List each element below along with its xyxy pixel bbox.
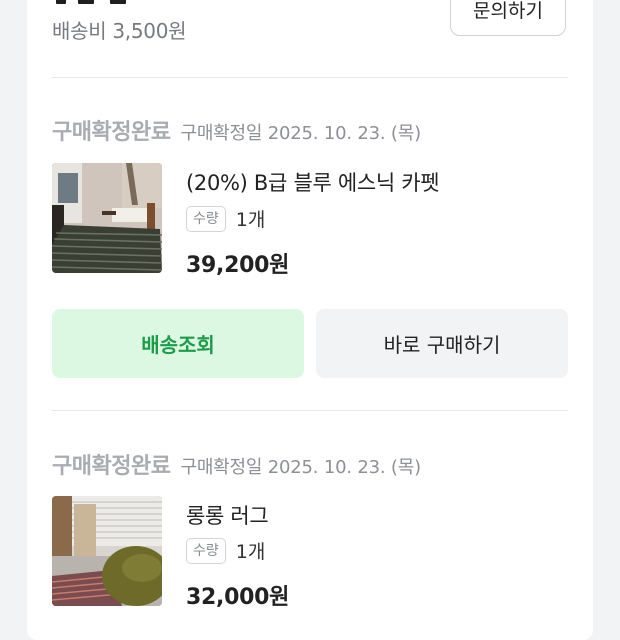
rug-room-photo — [52, 496, 162, 606]
quantity-row: 수량 1개 — [186, 537, 265, 564]
order-status-row: 구매확정완료 구매확정일 2025. 10. 23. (목) — [52, 448, 421, 480]
product-thumbnail[interactable] — [52, 496, 162, 606]
divider — [52, 77, 568, 78]
cropped-heading — [52, 0, 132, 4]
quantity-badge: 수량 — [186, 537, 226, 564]
order-status: 구매확정완료 — [52, 120, 171, 145]
order-status-row: 구매확정완료 구매확정일 2025. 10. 23. (목) — [52, 114, 421, 146]
confirm-date: 구매확정일 2025. 10. 23. (목) — [180, 123, 421, 144]
track-delivery-button[interactable]: 배송조회 — [52, 309, 304, 378]
divider — [52, 410, 568, 411]
quantity-value: 1개 — [235, 541, 266, 563]
shipping-fee: 배송비 3,500원 — [52, 19, 187, 43]
inquiry-button[interactable]: 문의하기 — [450, 0, 566, 36]
product-name[interactable]: (20%) B급 블루 에스닉 카펫 — [186, 167, 440, 197]
carpet-room-photo — [52, 163, 162, 273]
confirm-date: 구매확정일 2025. 10. 23. (목) — [180, 457, 421, 478]
product-price: 39,200원 — [186, 253, 290, 278]
quantity-row: 수량 1개 — [186, 205, 265, 232]
product-price: 32,000원 — [186, 585, 290, 610]
product-thumbnail[interactable] — [52, 163, 162, 273]
quantity-badge: 수량 — [186, 205, 226, 232]
order-status: 구매확정완료 — [52, 454, 171, 479]
buy-now-button[interactable]: 바로 구매하기 — [316, 309, 568, 378]
product-name[interactable]: 롱롱 러그 — [186, 500, 269, 530]
quantity-value: 1개 — [235, 209, 266, 231]
